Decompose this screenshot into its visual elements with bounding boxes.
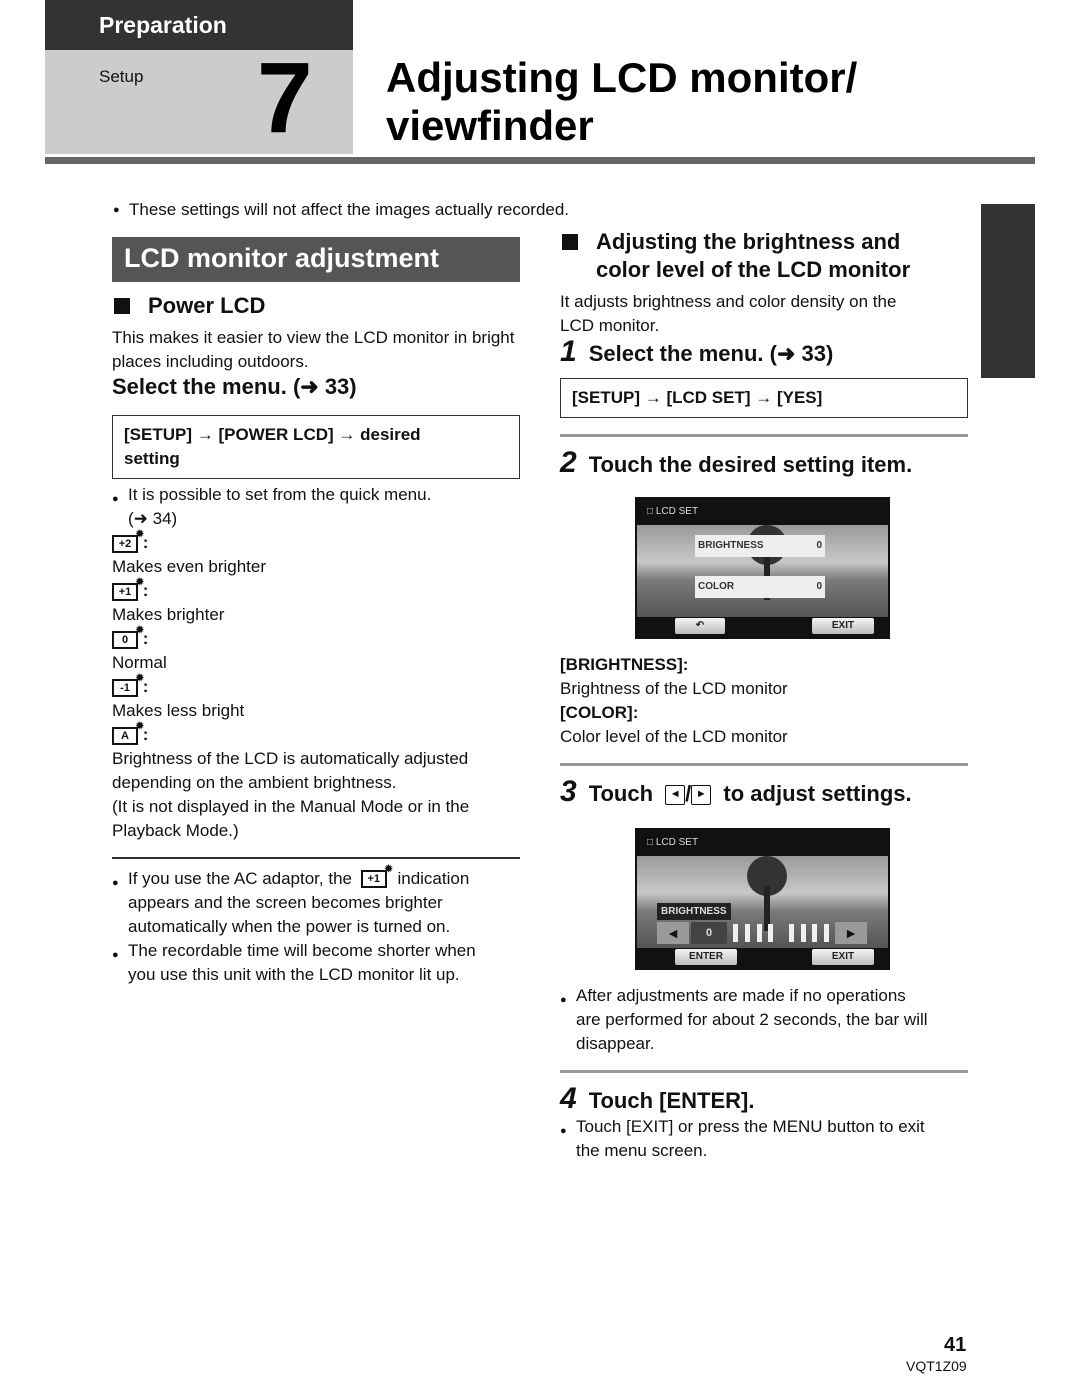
level-bar bbox=[812, 924, 817, 942]
option-desc: Brightness of the LCD is automatically a… bbox=[112, 749, 470, 840]
right-column: Adjusting the brightness and color level … bbox=[560, 228, 968, 1163]
menu-path-box: [SETUP] → [LCD SET] → [YES] bbox=[560, 378, 968, 418]
back-button[interactable]: ↶ bbox=[675, 618, 725, 634]
power-lcd-heading: Power LCD bbox=[112, 292, 520, 320]
exit-button[interactable]: EXIT bbox=[812, 618, 874, 634]
divider bbox=[560, 763, 968, 766]
option-plus1: +1 : bbox=[112, 576, 520, 603]
bar-disappear-note: After adjustments are made if no operati… bbox=[560, 984, 968, 1056]
page-title: Adjusting LCD monitor/ viewfinder bbox=[386, 54, 858, 149]
brightness-minus1-icon: -1 bbox=[112, 672, 144, 697]
section-label: Preparation bbox=[99, 12, 227, 38]
square-bullet-icon bbox=[562, 234, 578, 250]
level-bar bbox=[757, 924, 762, 942]
quick-menu-note: It is possible to set from the quick men… bbox=[112, 483, 520, 531]
section-title: LCD monitor adjustment bbox=[112, 237, 520, 282]
side-thumb-tab bbox=[981, 204, 1035, 378]
divider bbox=[560, 1070, 968, 1073]
step-4: 4 Touch [ENTER]. bbox=[560, 1082, 755, 1115]
top-note: These settings will not affect the image… bbox=[113, 200, 1080, 220]
brightness-plus1-icon: +1 bbox=[360, 863, 393, 889]
increase-button[interactable]: ► bbox=[835, 922, 867, 944]
recordable-time-note: The recordable time will become shorter … bbox=[112, 939, 520, 987]
level-bar bbox=[789, 924, 794, 942]
lcd-set-screen: □ LCD SET BRIGHTNESS 0 COLOR 0 ↶ EXIT bbox=[635, 497, 890, 639]
level-bar bbox=[768, 924, 773, 942]
brightness-adjust-screen: □ LCD SET BRIGHTNESS ◄ 0 ► ENTER EXIT bbox=[635, 828, 890, 970]
color-field[interactable]: COLOR 0 bbox=[695, 576, 825, 598]
page-number: 41 bbox=[944, 1334, 967, 1356]
select-menu-step: Select the menu. (➜ 33) bbox=[112, 374, 357, 399]
option-desc: Makes even brighter bbox=[112, 557, 267, 576]
enter-button[interactable]: ENTER bbox=[675, 949, 737, 965]
definitions: [BRIGHTNESS]: Brightness of the LCD moni… bbox=[560, 655, 788, 746]
exit-button[interactable]: EXIT bbox=[812, 949, 874, 965]
exit-note: Touch [EXIT] or press the MENU button to… bbox=[560, 1115, 968, 1163]
right-arrow-icon: ► bbox=[691, 785, 712, 806]
menu-path-box: [SETUP] → [POWER LCD] → desired setting bbox=[112, 415, 520, 479]
brightness-plus2-icon: +2 bbox=[112, 528, 144, 553]
subsection-tab: Setup 7 bbox=[45, 42, 353, 154]
header-rule bbox=[45, 157, 1035, 164]
brightness-color-heading: Adjusting the brightness and color level … bbox=[560, 228, 968, 284]
option-desc: Normal bbox=[112, 653, 167, 672]
level-bar bbox=[801, 924, 806, 942]
screen-title: □ LCD SET bbox=[647, 506, 699, 517]
level-bar bbox=[733, 924, 738, 942]
left-arrow-icon: ◄ bbox=[665, 785, 686, 806]
brightness-auto-icon: A bbox=[112, 720, 144, 745]
document-code: VQT1Z09 bbox=[906, 1358, 967, 1374]
brightness-label: BRIGHTNESS bbox=[657, 903, 731, 920]
brightness-0-icon: 0 bbox=[112, 624, 144, 649]
screen-title: □ LCD SET bbox=[647, 837, 699, 848]
option-minus1: -1 : bbox=[112, 672, 520, 699]
brightness-field[interactable]: BRIGHTNESS 0 bbox=[695, 535, 825, 557]
chapter-number: 7 bbox=[257, 42, 313, 154]
option-plus2: +2 : bbox=[112, 528, 520, 555]
divider bbox=[560, 434, 968, 437]
divider bbox=[112, 857, 520, 859]
decrease-button[interactable]: ◄ bbox=[657, 922, 689, 944]
brightness-plus1-icon: +1 bbox=[112, 576, 144, 601]
option-auto: A : bbox=[112, 720, 520, 747]
subsection-label: Setup bbox=[99, 67, 144, 86]
step-2: 2 Touch the desired setting item. bbox=[560, 446, 913, 479]
option-desc: Makes less bright bbox=[112, 701, 245, 720]
step-1: 1 Select the menu. (➜ 33) bbox=[560, 335, 834, 368]
power-lcd-intro: This makes it easier to view the LCD mon… bbox=[112, 328, 515, 371]
brightness-color-intro: It adjusts brightness and color density … bbox=[560, 292, 897, 335]
option-desc: Makes brighter bbox=[112, 605, 225, 624]
option-normal: 0 : bbox=[112, 624, 520, 651]
tree-image bbox=[747, 856, 787, 931]
left-column: LCD monitor adjustment Power LCD This ma… bbox=[112, 237, 520, 987]
level-bar bbox=[824, 924, 829, 942]
level-bar bbox=[745, 924, 750, 942]
square-bullet-icon bbox=[114, 298, 130, 314]
step-3: 3 Touch ◄ / ► to adjust settings. bbox=[560, 775, 912, 808]
value-display: 0 bbox=[691, 922, 727, 944]
ac-adaptor-note: If you use the AC adaptor, the +1 indica… bbox=[112, 863, 520, 939]
